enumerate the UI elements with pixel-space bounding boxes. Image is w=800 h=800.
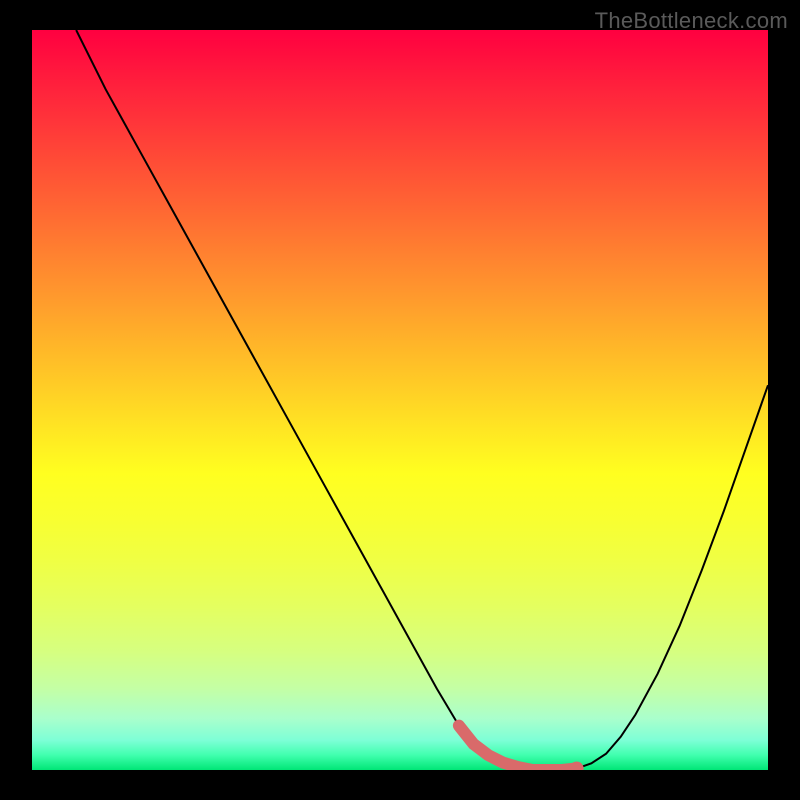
chart-svg	[32, 30, 768, 770]
bottleneck-curve	[76, 30, 768, 770]
chart-frame: TheBottleneck.com	[0, 0, 800, 800]
plot-area	[32, 30, 768, 770]
optimal-band	[459, 726, 584, 770]
watermark-text: TheBottleneck.com	[595, 8, 788, 34]
